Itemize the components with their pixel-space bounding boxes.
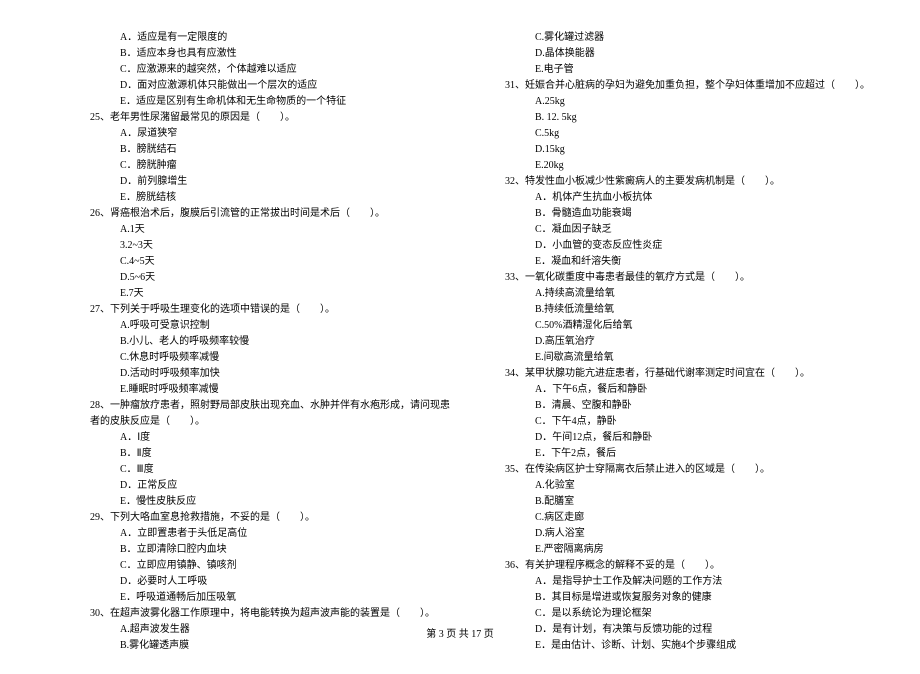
option-line: B.配膳室	[505, 494, 870, 510]
option-line: C.休息时呼吸频率减慢	[90, 350, 455, 366]
option-line: C.病区走廊	[505, 510, 870, 526]
option-line: C.4~5天	[90, 254, 455, 270]
page-footer: 第 3 页 共 17 页	[0, 625, 920, 640]
option-line: E．慢性皮肤反应	[90, 494, 455, 510]
option-line: D．必要时人工呼吸	[90, 574, 455, 590]
option-line: A.1天	[90, 222, 455, 238]
option-line: E.严密隔离病房	[505, 542, 870, 558]
option-line: D.15kg	[505, 142, 870, 158]
option-line: C．应激源来的越突然，个体越难以适应	[90, 62, 455, 78]
option-line: C．是以系统论为理论框架	[505, 606, 870, 622]
option-line: D．正常反应	[90, 478, 455, 494]
question-line: 33、一氧化碳重度中毒患者最佳的氧疗方式是（ ）。	[505, 270, 870, 286]
option-line: C．Ⅲ度	[90, 462, 455, 478]
option-line: E．呼吸道通畅后加压吸氧	[90, 590, 455, 606]
option-line: A．适应是有一定限度的	[90, 30, 455, 46]
question-line: 34、某甲状腺功能亢进症患者，行基础代谢率测定时间宜在（ ）。	[505, 366, 870, 382]
option-line: C．凝血因子缺乏	[505, 222, 870, 238]
option-line: E．膀胱结核	[90, 190, 455, 206]
option-line: D.晶体换能器	[505, 46, 870, 62]
question-line: 36、有关护理程序概念的解释不妥的是（ ）。	[505, 558, 870, 574]
option-line: D.病人浴室	[505, 526, 870, 542]
option-line: B.小儿、老人的呼吸频率较慢	[90, 334, 455, 350]
option-line: E.间歇高流量给氧	[505, 350, 870, 366]
question-line: 30、在超声波雾化器工作原理中，将电能转换为超声波声能的装置是（ ）。	[90, 606, 455, 622]
option-line: D．面对应激源机体只能做出一个层次的适应	[90, 78, 455, 94]
option-line: E．适应是区别有生命机体和无生命物质的一个特征	[90, 94, 455, 110]
question-line: 31、妊娠合并心脏病的孕妇为避免加重负担，整个孕妇体重增加不应超过（ ）。	[505, 78, 870, 94]
option-line: D．前列腺增生	[90, 174, 455, 190]
option-line: D.5~6天	[90, 270, 455, 286]
option-line: D.活动时呼吸频率加快	[90, 366, 455, 382]
option-line: E．是由估计、诊断、计划、实施4个步骤组成	[505, 638, 870, 654]
option-line: B. 12. 5kg	[505, 110, 870, 126]
option-line: A．是指导护士工作及解决问题的工作方法	[505, 574, 870, 590]
option-line: A．下午6点，餐后和静卧	[505, 382, 870, 398]
option-line: B．适应本身也具有应激性	[90, 46, 455, 62]
option-line: B．其目标是增进或恢复服务对象的健康	[505, 590, 870, 606]
option-line: A.呼吸可受意识控制	[90, 318, 455, 334]
option-line: A.持续高流量给氧	[505, 286, 870, 302]
option-line: C．膀胱肿瘤	[90, 158, 455, 174]
option-line: B.持续低流量给氧	[505, 302, 870, 318]
option-line: D.高压氧治疗	[505, 334, 870, 350]
question-line: 35、在传染病区护士穿隔离衣后禁止进入的区域是（ ）。	[505, 462, 870, 478]
option-line: C.5kg	[505, 126, 870, 142]
option-line: C．立即应用镇静、镇咳剂	[90, 558, 455, 574]
option-line: C．下午4点，静卧	[505, 414, 870, 430]
option-line: B．膀胱结石	[90, 142, 455, 158]
option-line: A．立即置患者于头低足高位	[90, 526, 455, 542]
option-line: B．Ⅱ度	[90, 446, 455, 462]
question-line: 27、下列关于呼吸生理变化的选项中错误的是（ ）。	[90, 302, 455, 318]
option-line: A．机体产生抗血小板抗体	[505, 190, 870, 206]
option-line: D．午间12点，餐后和静卧	[505, 430, 870, 446]
page-content: A．适应是有一定限度的B．适应本身也具有应激性C．应激源来的越突然，个体越难以适…	[0, 0, 920, 674]
question-line: 28、一肿瘤放疗患者，照射野局部皮肤出现充血、水肿并伴有水疱形成，请问现患者的皮…	[90, 398, 455, 430]
question-line: 32、特发性血小板减少性紫癜病人的主要发病机制是（ ）。	[505, 174, 870, 190]
option-line: E．凝血和纤溶失衡	[505, 254, 870, 270]
option-line: E.电子管	[505, 62, 870, 78]
option-line: B.雾化罐透声膜	[90, 638, 455, 654]
question-line: 29、下列大咯血室息抢救措施，不妥的是（ ）。	[90, 510, 455, 526]
option-line: E.20kg	[505, 158, 870, 174]
option-line: E．下午2点，餐后	[505, 446, 870, 462]
option-line: C.50%酒精湿化后给氧	[505, 318, 870, 334]
left-column: A．适应是有一定限度的B．适应本身也具有应激性C．应激源来的越突然，个体越难以适…	[90, 30, 455, 654]
option-line: E.睡眠时呼吸频率减慢	[90, 382, 455, 398]
option-line: A.化验室	[505, 478, 870, 494]
question-line: 26、肾癌根治术后，腹膜后引流管的正常拔出时间是术后（ ）。	[90, 206, 455, 222]
question-line: 25、老年男性尿潴留最常见的原因是（ ）。	[90, 110, 455, 126]
option-line: E.7天	[90, 286, 455, 302]
option-line: 3.2~3天	[90, 238, 455, 254]
option-line: A.25kg	[505, 94, 870, 110]
option-line: A．Ⅰ度	[90, 430, 455, 446]
right-column: C.雾化罐过滤器D.晶体换能器E.电子管31、妊娠合并心脏病的孕妇为避免加重负担…	[505, 30, 870, 654]
option-line: B．骨髓造血功能衰竭	[505, 206, 870, 222]
option-line: B．立即清除口腔内血块	[90, 542, 455, 558]
option-line: B．清晨、空腹和静卧	[505, 398, 870, 414]
option-line: D．小血管的变态反应性炎症	[505, 238, 870, 254]
option-line: A．尿道狭窄	[90, 126, 455, 142]
option-line: C.雾化罐过滤器	[505, 30, 870, 46]
